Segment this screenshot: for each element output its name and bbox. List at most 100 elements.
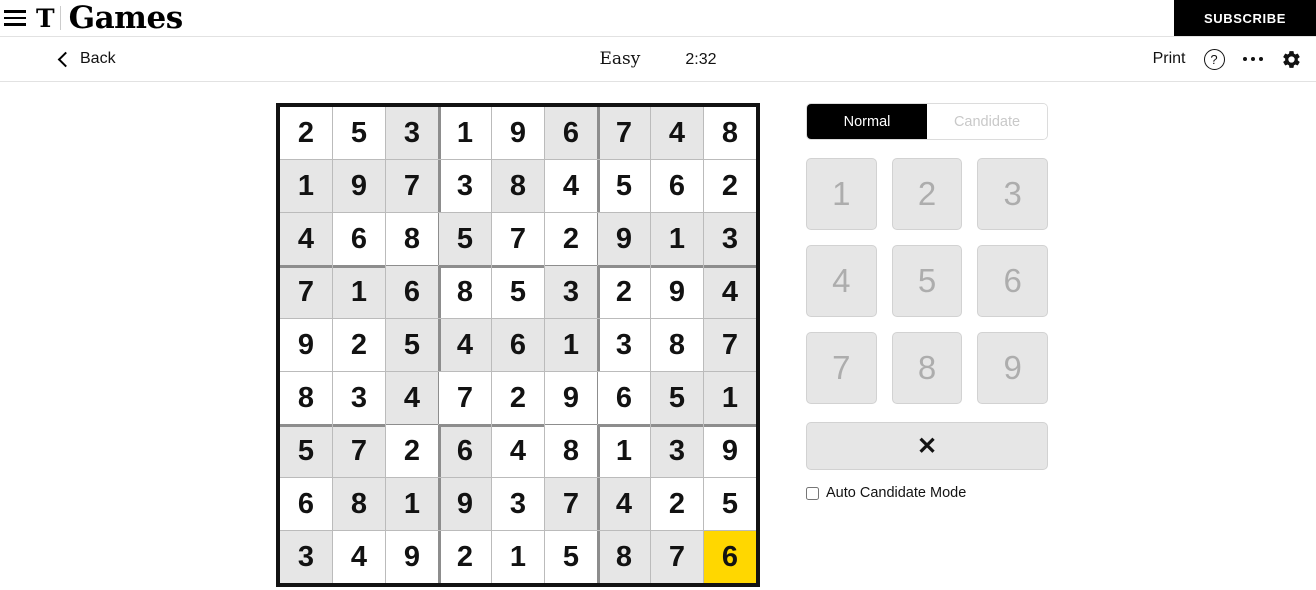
- sudoku-cell-r8c5[interactable]: 3: [492, 478, 544, 530]
- sudoku-cell-r3c7[interactable]: 9: [598, 213, 650, 265]
- sudoku-cell-r7c6[interactable]: 8: [545, 425, 597, 477]
- sudoku-cell-r4c1[interactable]: 7: [280, 266, 332, 318]
- mode-tab-candidate[interactable]: Candidate: [927, 104, 1047, 139]
- sudoku-cell-r8c7[interactable]: 4: [598, 478, 650, 530]
- number-button-9[interactable]: 9: [977, 332, 1048, 404]
- sudoku-cell-r3c1[interactable]: 4: [280, 213, 332, 265]
- sudoku-cell-r7c2[interactable]: 7: [333, 425, 385, 477]
- nyt-logo[interactable]: T: [36, 6, 55, 31]
- number-button-1[interactable]: 1: [806, 158, 877, 230]
- sudoku-cell-r4c3[interactable]: 6: [386, 266, 438, 318]
- sudoku-cell-r7c5[interactable]: 4: [492, 425, 544, 477]
- back-button[interactable]: Back: [57, 50, 116, 68]
- sudoku-cell-r2c8[interactable]: 6: [651, 160, 703, 212]
- sudoku-cell-r2c6[interactable]: 4: [545, 160, 597, 212]
- sudoku-cell-r9c2[interactable]: 4: [333, 531, 385, 583]
- sudoku-cell-r2c2[interactable]: 9: [333, 160, 385, 212]
- sudoku-cell-r6c2[interactable]: 3: [333, 372, 385, 424]
- number-button-6[interactable]: 6: [977, 245, 1048, 317]
- sudoku-cell-r2c9[interactable]: 2: [704, 160, 756, 212]
- sudoku-cell-r6c8[interactable]: 5: [651, 372, 703, 424]
- sudoku-cell-r6c4[interactable]: 7: [439, 372, 491, 424]
- sudoku-cell-r8c1[interactable]: 6: [280, 478, 332, 530]
- sudoku-cell-r1c2[interactable]: 5: [333, 107, 385, 159]
- sudoku-cell-r4c5[interactable]: 5: [492, 266, 544, 318]
- sudoku-cell-r4c6[interactable]: 3: [545, 266, 597, 318]
- sudoku-cell-r9c4[interactable]: 2: [439, 531, 491, 583]
- sudoku-cell-r2c1[interactable]: 1: [280, 160, 332, 212]
- number-button-5[interactable]: 5: [891, 245, 963, 317]
- sudoku-cell-r6c6[interactable]: 9: [545, 372, 597, 424]
- sudoku-cell-r4c8[interactable]: 9: [651, 266, 703, 318]
- sudoku-cell-r1c3[interactable]: 3: [386, 107, 438, 159]
- sudoku-cell-r7c1[interactable]: 5: [280, 425, 332, 477]
- hamburger-icon[interactable]: [4, 10, 26, 26]
- sudoku-cell-r8c8[interactable]: 2: [651, 478, 703, 530]
- sudoku-cell-r5c4[interactable]: 4: [439, 319, 491, 371]
- sudoku-cell-r4c9[interactable]: 4: [704, 266, 756, 318]
- sudoku-cell-r8c4[interactable]: 9: [439, 478, 491, 530]
- sudoku-cell-r5c1[interactable]: 9: [280, 319, 332, 371]
- more-options-button[interactable]: [1242, 56, 1263, 62]
- sudoku-cell-r9c5[interactable]: 1: [492, 531, 544, 583]
- sudoku-cell-r2c5[interactable]: 8: [492, 160, 544, 212]
- number-button-3[interactable]: 3: [977, 158, 1048, 230]
- sudoku-cell-r1c4[interactable]: 1: [439, 107, 491, 159]
- sudoku-cell-r9c7[interactable]: 8: [598, 531, 650, 583]
- sudoku-cell-r3c3[interactable]: 8: [386, 213, 438, 265]
- number-button-4[interactable]: 4: [806, 245, 877, 317]
- sudoku-cell-r3c6[interactable]: 2: [545, 213, 597, 265]
- sudoku-cell-r9c8[interactable]: 7: [651, 531, 703, 583]
- sudoku-cell-r4c7[interactable]: 2: [598, 266, 650, 318]
- sudoku-cell-r5c6[interactable]: 1: [545, 319, 597, 371]
- sudoku-cell-r8c3[interactable]: 1: [386, 478, 438, 530]
- number-button-8[interactable]: 8: [891, 332, 963, 404]
- sudoku-cell-r5c8[interactable]: 8: [651, 319, 703, 371]
- sudoku-cell-r3c9[interactable]: 3: [704, 213, 756, 265]
- sudoku-cell-r5c9[interactable]: 7: [704, 319, 756, 371]
- sudoku-cell-r9c6[interactable]: 5: [545, 531, 597, 583]
- sudoku-cell-r9c9[interactable]: 6: [704, 531, 756, 583]
- sudoku-cell-r7c4[interactable]: 6: [439, 425, 491, 477]
- subscribe-button[interactable]: SUBSCRIBE: [1174, 0, 1316, 36]
- sudoku-cell-r1c1[interactable]: 2: [280, 107, 332, 159]
- settings-button[interactable]: [1281, 49, 1302, 70]
- sudoku-cell-r7c7[interactable]: 1: [598, 425, 650, 477]
- sudoku-cell-r2c3[interactable]: 7: [386, 160, 438, 212]
- sudoku-cell-r5c3[interactable]: 5: [386, 319, 438, 371]
- sudoku-cell-r3c2[interactable]: 6: [333, 213, 385, 265]
- sudoku-cell-r7c8[interactable]: 3: [651, 425, 703, 477]
- sudoku-cell-r1c7[interactable]: 7: [598, 107, 650, 159]
- sudoku-cell-r3c4[interactable]: 5: [439, 213, 491, 265]
- sudoku-cell-r9c1[interactable]: 3: [280, 531, 332, 583]
- sudoku-cell-r4c4[interactable]: 8: [439, 266, 491, 318]
- sudoku-cell-r8c9[interactable]: 5: [704, 478, 756, 530]
- sudoku-cell-r1c5[interactable]: 9: [492, 107, 544, 159]
- number-button-7[interactable]: 7: [806, 332, 877, 404]
- sudoku-cell-r6c3[interactable]: 4: [386, 372, 438, 424]
- sudoku-cell-r9c3[interactable]: 9: [386, 531, 438, 583]
- sudoku-cell-r8c2[interactable]: 8: [333, 478, 385, 530]
- help-button[interactable]: ?: [1203, 48, 1225, 70]
- print-button[interactable]: Print: [1153, 50, 1186, 68]
- sudoku-cell-r6c5[interactable]: 2: [492, 372, 544, 424]
- games-brand[interactable]: Games: [69, 2, 184, 34]
- sudoku-cell-r1c8[interactable]: 4: [651, 107, 703, 159]
- sudoku-cell-r7c9[interactable]: 9: [704, 425, 756, 477]
- sudoku-cell-r6c1[interactable]: 8: [280, 372, 332, 424]
- sudoku-cell-r6c7[interactable]: 6: [598, 372, 650, 424]
- sudoku-cell-r5c5[interactable]: 6: [492, 319, 544, 371]
- sudoku-cell-r8c6[interactable]: 7: [545, 478, 597, 530]
- sudoku-cell-r3c5[interactable]: 7: [492, 213, 544, 265]
- number-button-2[interactable]: 2: [891, 158, 963, 230]
- mode-tab-normal[interactable]: Normal: [807, 104, 927, 139]
- sudoku-cell-r2c4[interactable]: 3: [439, 160, 491, 212]
- sudoku-cell-r1c9[interactable]: 8: [704, 107, 756, 159]
- sudoku-board[interactable]: 2531967481973845624685729137168532949254…: [276, 103, 760, 587]
- sudoku-cell-r6c9[interactable]: 1: [704, 372, 756, 424]
- sudoku-cell-r2c7[interactable]: 5: [598, 160, 650, 212]
- auto-candidate-checkbox[interactable]: [806, 486, 819, 500]
- auto-candidate-label[interactable]: Auto Candidate Mode: [826, 485, 966, 501]
- sudoku-cell-r5c7[interactable]: 3: [598, 319, 650, 371]
- sudoku-cell-r5c2[interactable]: 2: [333, 319, 385, 371]
